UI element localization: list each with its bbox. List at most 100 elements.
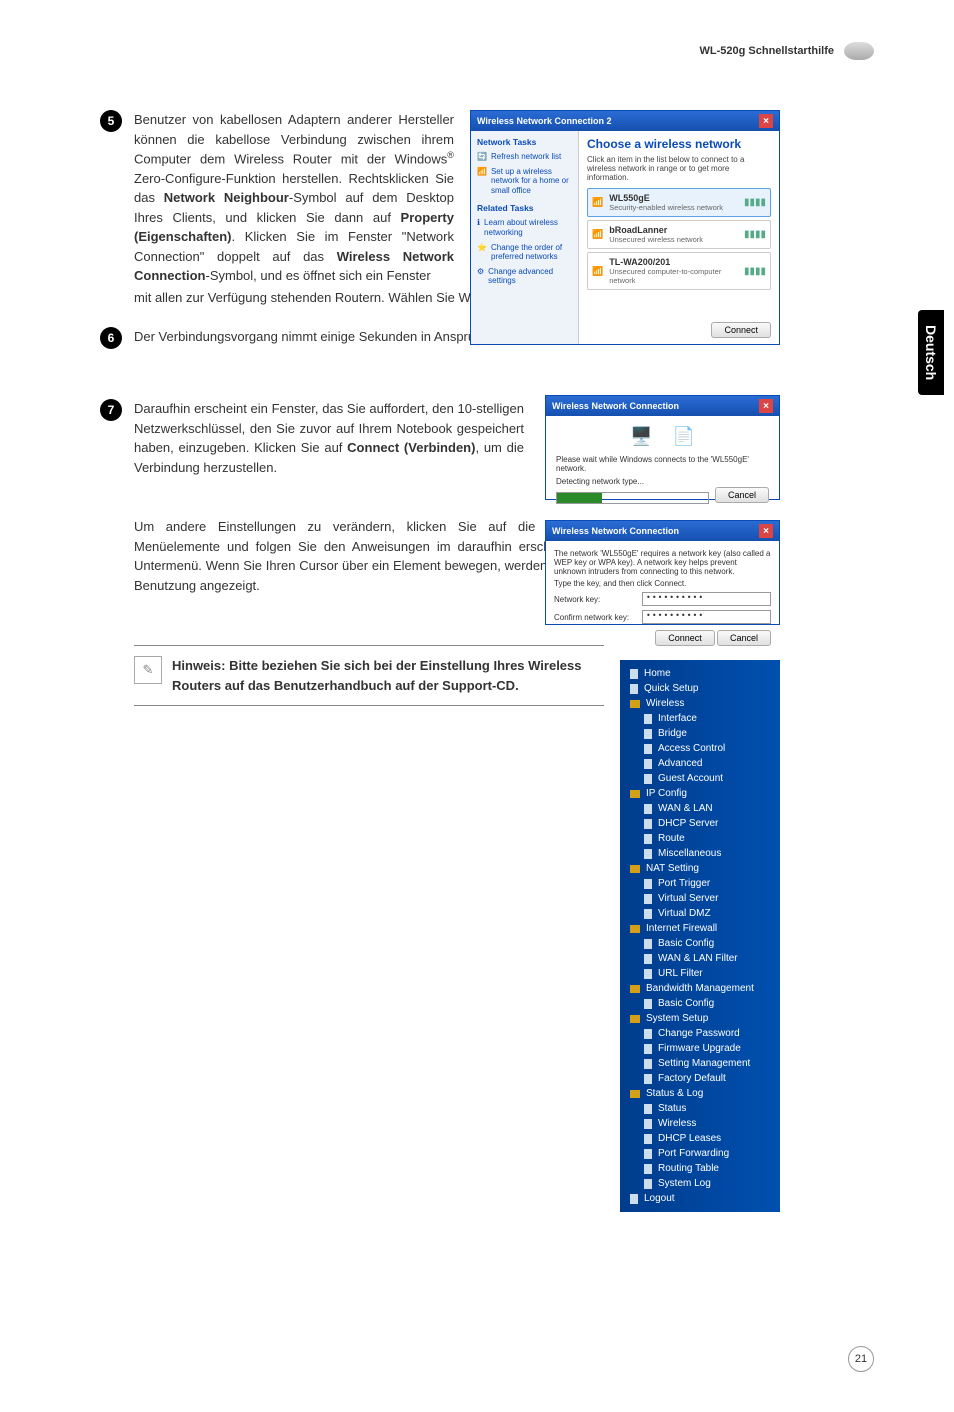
menu-item[interactable]: Setting Management <box>620 1056 780 1071</box>
menu-item[interactable]: Routing Table <box>620 1161 780 1176</box>
menu-item-label: Basic Config <box>658 938 714 949</box>
menu-item-label: Internet Firewall <box>646 923 717 934</box>
document-icon <box>644 1149 652 1159</box>
menu-item-label: URL Filter <box>658 968 703 979</box>
menu-item-label: Wireless <box>658 1118 696 1129</box>
document-icon <box>644 939 652 949</box>
menu-item-label: Firmware Upgrade <box>658 1043 741 1054</box>
document-icon <box>630 1194 638 1204</box>
change-order[interactable]: ⭐Change the order of preferred networks <box>477 243 572 262</box>
document-icon <box>630 684 638 694</box>
menu-item[interactable]: WAN & LAN Filter <box>620 951 780 966</box>
document-icon <box>644 1059 652 1069</box>
network-item[interactable]: 📶 WL550gE Security-enabled wireless netw… <box>587 188 771 217</box>
menu-item[interactable]: Route <box>620 831 780 846</box>
menu-item[interactable]: Port Forwarding <box>620 1146 780 1161</box>
note-icon: ✎ <box>134 656 162 684</box>
menu-item[interactable]: System Log <box>620 1176 780 1191</box>
refresh-network-list[interactable]: 🔄Refresh network list <box>477 152 572 162</box>
menu-item-label: Routing Table <box>658 1163 719 1174</box>
dialog1-title: Wireless Network Connection 2 <box>477 116 611 126</box>
setup-wireless-network[interactable]: 📶Set up a wireless network for a home or… <box>477 167 572 196</box>
menu-item[interactable]: Port Trigger <box>620 876 780 891</box>
menu-item[interactable]: Change Password <box>620 1026 780 1041</box>
learn-wireless[interactable]: ℹLearn about wireless networking <box>477 218 572 237</box>
menu-item[interactable]: System Setup <box>620 1011 780 1026</box>
menu-item[interactable]: Basic Config <box>620 936 780 951</box>
menu-item[interactable]: Basic Config <box>620 996 780 1011</box>
menu-item-label: Quick Setup <box>644 683 698 694</box>
menu-item-label: Interface <box>658 713 697 724</box>
menu-item[interactable]: URL Filter <box>620 966 780 981</box>
menu-item[interactable]: IP Config <box>620 786 780 801</box>
menu-item[interactable]: Interface <box>620 711 780 726</box>
menu-item[interactable]: Access Control <box>620 741 780 756</box>
menu-item-label: Status & Log <box>646 1088 703 1099</box>
connect-button[interactable]: Connect <box>655 630 715 646</box>
cancel-button[interactable]: Cancel <box>717 630 771 646</box>
menu-item[interactable]: Home <box>620 666 780 681</box>
menu-item[interactable]: Guest Account <box>620 771 780 786</box>
close-icon[interactable]: × <box>759 399 773 413</box>
menu-item-label: System Log <box>658 1178 711 1189</box>
menu-item-label: Guest Account <box>658 773 723 784</box>
menu-item[interactable]: Bandwidth Management <box>620 981 780 996</box>
folder-icon <box>630 925 640 933</box>
menu-item[interactable]: Status & Log <box>620 1086 780 1101</box>
menu-item[interactable]: Status <box>620 1101 780 1116</box>
menu-item-label: Setting Management <box>658 1058 750 1069</box>
menu-item[interactable]: DHCP Leases <box>620 1131 780 1146</box>
document-icon <box>644 969 652 979</box>
network-tasks-header: Network Tasks <box>477 137 572 147</box>
network-subtitle: Unsecured wireless network <box>609 235 703 244</box>
antenna-icon: 📶 <box>592 197 603 208</box>
menu-item[interactable]: WAN & LAN <box>620 801 780 816</box>
menu-item-label: Port Forwarding <box>658 1148 729 1159</box>
language-tab: Deutsch <box>918 310 944 395</box>
menu-item[interactable]: Factory Default <box>620 1071 780 1086</box>
menu-item-label: Change Password <box>658 1028 740 1039</box>
document-icon <box>644 1044 652 1054</box>
menu-item[interactable]: Wireless <box>620 1116 780 1131</box>
close-icon[interactable]: × <box>759 524 773 538</box>
document-icon <box>644 894 652 904</box>
document-icon <box>644 1104 652 1114</box>
network-key-label: Network key: <box>554 595 634 604</box>
menu-item[interactable]: Miscellaneous <box>620 846 780 861</box>
note-text: Hinweis: Bitte beziehen Sie sich bei der… <box>172 656 604 695</box>
dialog1-titlebar: Wireless Network Connection 2 × <box>471 111 779 131</box>
menu-item[interactable]: Advanced <box>620 756 780 771</box>
signal-icon: ▮▮▮▮ <box>744 229 766 240</box>
wireless-network-dialog: Wireless Network Connection 2 × Network … <box>470 110 780 345</box>
confirm-key-input[interactable]: •••••••••• <box>642 610 771 624</box>
change-advanced[interactable]: ⚙Change advanced settings <box>477 267 572 286</box>
network-item[interactable]: 📶 TL-WA200/201 Unsecured computer-to-com… <box>587 252 771 290</box>
close-icon[interactable]: × <box>759 114 773 128</box>
menu-item[interactable]: Firmware Upgrade <box>620 1041 780 1056</box>
network-icon: 🖥️ <box>630 426 652 447</box>
signal-icon: ▮▮▮▮ <box>744 266 766 277</box>
menu-item-label: Factory Default <box>658 1073 726 1084</box>
connect-button[interactable]: Connect <box>711 322 771 338</box>
network-key-input[interactable]: •••••••••• <box>642 592 771 606</box>
network-name: TL-WA200/201 <box>609 257 738 267</box>
network-item[interactable]: 📶 bRoadLanner Unsecured wireless network… <box>587 220 771 249</box>
connecting-icons: 🖥️ 📄 <box>556 426 769 447</box>
folder-icon <box>630 700 640 708</box>
menu-item[interactable]: NAT Setting <box>620 861 780 876</box>
settings-paragraph: Um andere Einstellungen zu verändern, kl… <box>134 517 604 595</box>
menu-item[interactable]: Internet Firewall <box>620 921 780 936</box>
menu-item[interactable]: Logout <box>620 1191 780 1206</box>
menu-item[interactable]: Virtual Server <box>620 891 780 906</box>
cancel-button[interactable]: Cancel <box>715 487 769 503</box>
menu-item[interactable]: Bridge <box>620 726 780 741</box>
document-icon <box>644 1029 652 1039</box>
menu-item[interactable]: Quick Setup <box>620 681 780 696</box>
document-icon <box>644 744 652 754</box>
menu-item[interactable]: Virtual DMZ <box>620 906 780 921</box>
menu-item-label: Port Trigger <box>658 878 710 889</box>
menu-item[interactable]: Wireless <box>620 696 780 711</box>
document-icon <box>644 849 652 859</box>
menu-item[interactable]: DHCP Server <box>620 816 780 831</box>
menu-item-label: Access Control <box>658 743 725 754</box>
